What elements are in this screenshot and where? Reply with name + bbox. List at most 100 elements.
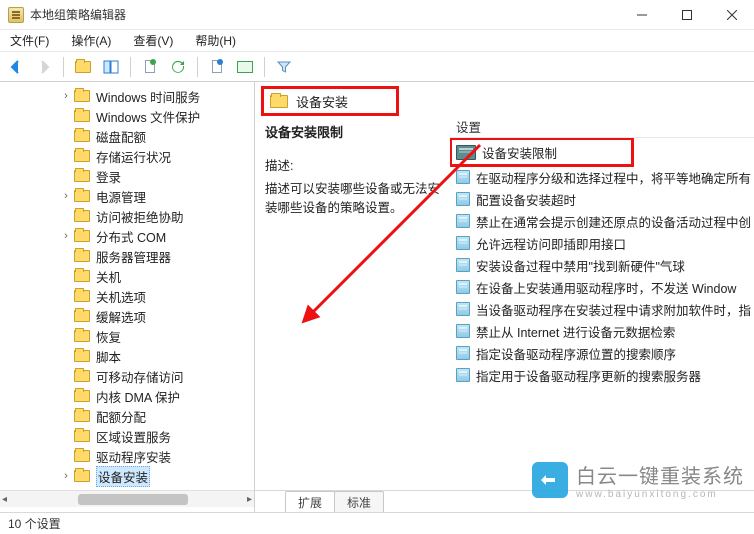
policy-icon <box>456 236 470 250</box>
window-controls <box>619 0 754 30</box>
tree-item-label: 电源管理 <box>96 187 146 206</box>
list-item-label: 安装设备过程中禁用"找到新硬件"气球 <box>476 256 685 275</box>
list-body[interactable]: 设备安装限制在驱动程序分级和选择过程中，将平等地确定所有配置设备安装超时禁止在通… <box>450 138 754 490</box>
tree-item[interactable]: Windows 文件保护 <box>0 106 254 126</box>
tree-item[interactable]: 驱动程序安装 <box>0 446 254 466</box>
chevron-right-icon[interactable]: › <box>60 90 72 102</box>
tree-item[interactable]: 恢复 <box>0 326 254 346</box>
tree-item[interactable]: › 电源管理 <box>0 186 254 206</box>
description-column: 设备安装限制 描述: 描述可以安装哪些设备或无法安装哪些设备的策略设置。 <box>255 116 450 490</box>
tree-item[interactable]: 服务器管理器 <box>0 246 254 266</box>
content-row: 设备安装限制 描述: 描述可以安装哪些设备或无法安装哪些设备的策略设置。 设置 … <box>255 116 754 490</box>
window-title: 本地组策略编辑器 <box>30 6 126 23</box>
chevron-right-icon[interactable]: › <box>60 230 72 242</box>
tree-item[interactable]: 内核 DMA 保护 <box>0 386 254 406</box>
chevron-right-icon[interactable]: › <box>60 470 72 482</box>
tree-item-label: 脚本 <box>96 347 121 366</box>
back-button[interactable] <box>4 55 28 79</box>
tree-item[interactable]: 登录 <box>0 166 254 186</box>
watermark-logo <box>532 462 568 498</box>
tree-item-label: 关机 <box>96 267 121 286</box>
menu-file[interactable]: 文件(F) <box>6 30 53 51</box>
tree-item[interactable]: 脚本 <box>0 346 254 366</box>
folder-icon <box>270 95 288 108</box>
description-body: 描述可以安装哪些设备或无法安装哪些设备的策略设置。 <box>265 180 440 218</box>
view-button[interactable] <box>233 55 257 79</box>
list-row[interactable]: 安装设备过程中禁用"找到新硬件"气球 <box>450 254 754 276</box>
list-row[interactable]: 当设备驱动程序在安装过程中请求附加软件时，指 <box>450 298 754 320</box>
tree-item[interactable]: 关机选项 <box>0 286 254 306</box>
policy-icon <box>456 346 470 360</box>
list-row[interactable]: 在驱动程序分级和选择过程中，将平等地确定所有 <box>450 166 754 188</box>
tree-pane[interactable]: › Windows 时间服务Windows 文件保护磁盘配额存储运行状况登录 › 电源… <box>0 82 255 512</box>
tree-item[interactable]: ›设备安装 <box>0 466 254 486</box>
folder-icon <box>456 145 476 160</box>
tree-item[interactable]: 可移动存储访问 <box>0 366 254 386</box>
menu-action[interactable]: 操作(A) <box>67 30 115 51</box>
folder-icon <box>74 150 90 162</box>
list-item-label: 设备安装限制 <box>482 143 557 162</box>
list-item-label: 指定用于设备驱动程序更新的搜索服务器 <box>476 366 701 385</box>
folder-icon <box>74 130 90 142</box>
folder-icon <box>74 370 90 382</box>
tree-item-label: Windows 时间服务 <box>96 87 200 106</box>
folder-icon <box>74 410 90 422</box>
policy-icon <box>456 368 470 382</box>
properties-button[interactable] <box>205 55 229 79</box>
list-row[interactable]: 禁止在通常会提示创建还原点的设备活动过程中创 <box>450 210 754 232</box>
scroll-right-arrow[interactable]: ▸ <box>247 494 252 505</box>
folder-icon <box>74 90 90 102</box>
folder-icon <box>74 270 90 282</box>
tree-item[interactable]: 区域设置服务 <box>0 426 254 446</box>
right-pane: 设备安装 设备安装限制 描述: 描述可以安装哪些设备或无法安装哪些设备的策略设置… <box>255 82 754 512</box>
folder-icon <box>74 250 90 262</box>
tree-item[interactable]: 访问被拒绝协助 <box>0 206 254 226</box>
folder-icon <box>74 350 90 362</box>
tree-hscrollbar[interactable]: ◂ ▸ <box>0 490 254 507</box>
export-button[interactable] <box>138 55 162 79</box>
list-row[interactable]: 在设备上安装通用驱动程序时，不发送 Window <box>450 276 754 298</box>
folder-icon <box>74 470 90 482</box>
policy-icon <box>456 214 470 228</box>
list-row[interactable]: 指定设备驱动程序源位置的搜索顺序 <box>450 342 754 364</box>
tree-item-label: 恢复 <box>96 327 121 346</box>
tab-standard[interactable]: 标准 <box>334 491 384 512</box>
filter-button[interactable] <box>272 55 296 79</box>
tree-item[interactable]: 缓解选项 <box>0 306 254 326</box>
path-header[interactable]: 设备安装 <box>261 86 399 116</box>
menu-help[interactable]: 帮助(H) <box>191 30 240 51</box>
tree-item[interactable]: 关机 <box>0 266 254 286</box>
menu-view[interactable]: 查看(V) <box>129 30 177 51</box>
list-column: 设置 设备安装限制在驱动程序分级和选择过程中，将平等地确定所有配置设备安装超时禁… <box>450 116 754 490</box>
scroll-thumb[interactable] <box>78 494 188 505</box>
toolbar-separator <box>197 57 198 77</box>
tab-extended[interactable]: 扩展 <box>285 491 335 512</box>
folder-icon <box>74 310 90 322</box>
chevron-right-icon[interactable]: › <box>60 190 72 202</box>
list-row[interactable]: 禁止从 Internet 进行设备元数据检索 <box>450 320 754 342</box>
forward-button[interactable] <box>32 55 56 79</box>
tree-item-label: 服务器管理器 <box>96 247 171 266</box>
list-header[interactable]: 设置 <box>450 116 754 138</box>
tree-item[interactable]: › Windows 时间服务 <box>0 86 254 106</box>
maximize-button[interactable] <box>664 0 709 30</box>
minimize-button[interactable] <box>619 0 664 30</box>
refresh-button[interactable] <box>166 55 190 79</box>
tree-item[interactable]: 存储运行状况 <box>0 146 254 166</box>
tree-item-label: 区域设置服务 <box>96 427 171 446</box>
tree-item[interactable]: 配额分配 <box>0 406 254 426</box>
list-row[interactable]: 允许远程访问即插即用接口 <box>450 232 754 254</box>
main-area: › Windows 时间服务Windows 文件保护磁盘配额存储运行状况登录 › 电源… <box>0 82 754 512</box>
list-row[interactable]: 配置设备安装超时 <box>450 188 754 210</box>
list-item-label: 禁止从 Internet 进行设备元数据检索 <box>476 322 675 341</box>
scroll-left-arrow[interactable]: ◂ <box>2 494 7 505</box>
close-button[interactable] <box>709 0 754 30</box>
watermark-text: 白云一键重装系统 <box>576 460 744 489</box>
up-folder-button[interactable] <box>71 55 95 79</box>
list-row[interactable]: 设备安装限制 <box>450 138 633 166</box>
list-row[interactable]: 指定用于设备驱动程序更新的搜索服务器 <box>450 364 754 386</box>
tree-item[interactable]: ›分布式 COM <box>0 226 254 246</box>
tree-item[interactable]: 磁盘配额 <box>0 126 254 146</box>
tree-item-label: 存储运行状况 <box>96 147 171 166</box>
show-hide-button[interactable] <box>99 55 123 79</box>
